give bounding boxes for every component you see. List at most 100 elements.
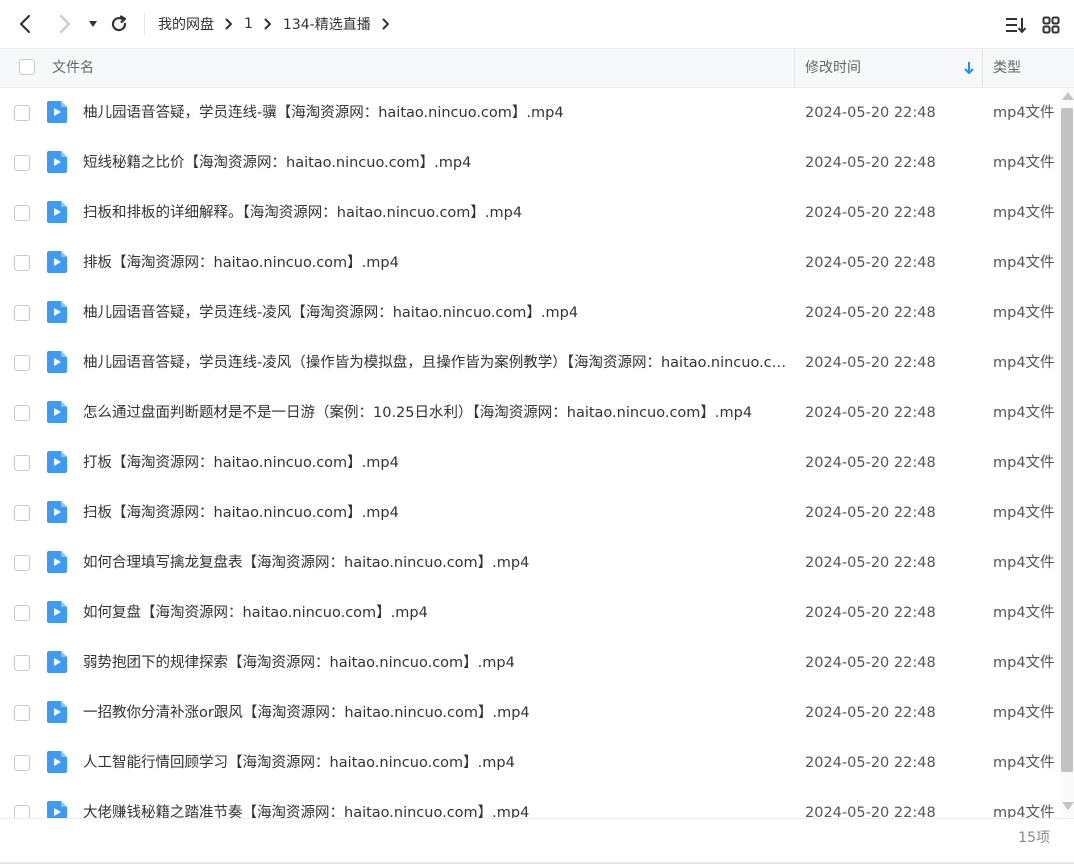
chevron-left-icon: [19, 14, 31, 34]
file-name[interactable]: 柚儿园语音答疑，学员连线-凌风（操作皆为模拟盘，且操作皆为案例教学）【海淘资源网…: [83, 338, 787, 388]
grid-view-button[interactable]: [1039, 13, 1063, 37]
row-checkbox[interactable]: [14, 405, 30, 421]
forward-button[interactable]: [53, 12, 77, 36]
sort-list-icon: [1006, 18, 1027, 33]
toolbar: 我的网盘 1 134-精选直播: [0, 0, 1074, 48]
file-modified-time: 2024-05-20 22:48: [805, 655, 936, 671]
file-name[interactable]: 一招教你分清补涨or跟风【海淘资源网：haitao.nincuo.com】.mp…: [83, 688, 787, 738]
row-checkbox[interactable]: [14, 655, 30, 671]
file-name[interactable]: 柚儿园语音答疑，学员连线-凌风【海淘资源网：haitao.nincuo.com】…: [83, 288, 787, 338]
row-checkbox[interactable]: [14, 455, 30, 471]
breadcrumb: 我的网盘 1 134-精选直播: [158, 0, 401, 48]
file-name[interactable]: 大佬赚钱秘籍之踏准节奏【海淘资源网：haitao.nincuo.com】.mp4: [83, 788, 787, 818]
file-row[interactable]: 打板【海淘资源网：haitao.nincuo.com】.mp4 2024-05-2…: [0, 438, 1060, 488]
column-header-modified-time[interactable]: 修改时间: [805, 49, 861, 87]
file-name[interactable]: 短线秘籍之比价【海淘资源网：haitao.nincuo.com】.mp4: [83, 138, 787, 188]
file-row[interactable]: 短线秘籍之比价【海淘资源网：haitao.nincuo.com】.mp4 2024…: [0, 138, 1060, 188]
column-header: 文件名 修改时间 类型: [0, 48, 1074, 88]
file-row[interactable]: 怎么通过盘面判断题材是不是一日游（案例：10.25日水利）【海淘资源网：hait…: [0, 388, 1060, 438]
file-type: mp4文件: [993, 755, 1055, 771]
row-checkbox[interactable]: [14, 605, 30, 621]
file-modified-time: 2024-05-20 22:48: [805, 455, 936, 471]
row-checkbox[interactable]: [14, 355, 30, 371]
video-file-icon: [46, 100, 68, 124]
file-modified-time: 2024-05-20 22:48: [805, 605, 936, 621]
video-file-icon: [46, 600, 68, 624]
video-file-icon: [46, 200, 68, 224]
video-file-icon: [46, 800, 68, 818]
breadcrumb-item-current[interactable]: 134-精选直播: [283, 14, 371, 34]
file-type: mp4文件: [993, 705, 1055, 721]
row-checkbox[interactable]: [14, 205, 30, 221]
file-row[interactable]: 扫板和排板的详细解释。【海淘资源网：haitao.nincuo.com】.mp4…: [0, 188, 1060, 238]
select-all-checkbox[interactable]: [19, 59, 35, 75]
toolbar-divider: [144, 13, 145, 35]
file-name[interactable]: 如何复盘【海淘资源网：haitao.nincuo.com】.mp4: [83, 588, 787, 638]
file-modified-time: 2024-05-20 22:48: [805, 305, 936, 321]
vertical-scrollbar[interactable]: [1060, 88, 1074, 818]
video-file-icon: [46, 150, 68, 174]
file-row[interactable]: 大佬赚钱秘籍之踏准节奏【海淘资源网：haitao.nincuo.com】.mp4…: [0, 788, 1060, 818]
file-type: mp4文件: [993, 155, 1055, 171]
column-header-type[interactable]: 类型: [993, 49, 1021, 87]
file-name[interactable]: 弱势抱团下的规律探索【海淘资源网：haitao.nincuo.com】.mp4: [83, 638, 787, 688]
breadcrumb-item-folder-1[interactable]: 1: [244, 16, 253, 32]
file-row[interactable]: 柚儿园语音答疑，学员连线-凌风【海淘资源网：haitao.nincuo.com】…: [0, 288, 1060, 338]
column-divider[interactable]: [794, 49, 795, 87]
row-checkbox[interactable]: [14, 255, 30, 271]
file-row[interactable]: 柚儿园语音答疑，学员连线-骥【海淘资源网：haitao.nincuo.com】.…: [0, 88, 1060, 138]
scroll-down-arrow-icon[interactable]: [1062, 802, 1074, 810]
history-dropdown-button[interactable]: [81, 12, 105, 36]
row-checkbox[interactable]: [14, 155, 30, 171]
row-checkbox[interactable]: [14, 505, 30, 521]
sort-button[interactable]: [1004, 13, 1028, 37]
file-name[interactable]: 打板【海淘资源网：haitao.nincuo.com】.mp4: [83, 438, 787, 488]
video-file-icon: [46, 500, 68, 524]
file-name[interactable]: 如何合理填写擒龙复盘表【海淘资源网：haitao.nincuo.com】.mp4: [83, 538, 787, 588]
file-name[interactable]: 怎么通过盘面判断题材是不是一日游（案例：10.25日水利）【海淘资源网：hait…: [83, 388, 787, 438]
column-divider[interactable]: [982, 49, 983, 87]
file-name[interactable]: 排板【海淘资源网：haitao.nincuo.com】.mp4: [83, 238, 787, 288]
file-modified-time: 2024-05-20 22:48: [805, 505, 936, 521]
video-file-icon: [46, 700, 68, 724]
file-row[interactable]: 排板【海淘资源网：haitao.nincuo.com】.mp4 2024-05-2…: [0, 238, 1060, 288]
caret-down-icon: [89, 21, 97, 27]
file-name[interactable]: 扫板【海淘资源网：haitao.nincuo.com】.mp4: [83, 488, 787, 538]
file-row[interactable]: 弱势抱团下的规律探索【海淘资源网：haitao.nincuo.com】.mp4 2…: [0, 638, 1060, 688]
row-checkbox[interactable]: [14, 705, 30, 721]
file-modified-time: 2024-05-20 22:48: [805, 255, 936, 271]
sort-down-arrow-icon[interactable]: [962, 60, 976, 76]
video-file-icon: [46, 550, 68, 574]
video-file-icon: [46, 400, 68, 424]
file-name[interactable]: 人工智能行情回顾学习【海淘资源网：haitao.nincuo.com】.mp4: [83, 738, 787, 788]
chevron-right-icon[interactable]: [382, 18, 390, 30]
column-header-name[interactable]: 文件名: [52, 49, 94, 87]
file-row[interactable]: 如何合理填写擒龙复盘表【海淘资源网：haitao.nincuo.com】.mp4…: [0, 538, 1060, 588]
item-count: 15项: [1018, 830, 1050, 846]
row-checkbox[interactable]: [14, 555, 30, 571]
file-name[interactable]: 柚儿园语音答疑，学员连线-骥【海淘资源网：haitao.nincuo.com】.…: [83, 88, 787, 138]
file-type: mp4文件: [993, 405, 1055, 421]
row-checkbox[interactable]: [14, 305, 30, 321]
row-checkbox[interactable]: [14, 105, 30, 121]
file-row[interactable]: 人工智能行情回顾学习【海淘资源网：haitao.nincuo.com】.mp4 2…: [0, 738, 1060, 788]
status-bar: 15项: [0, 818, 1074, 865]
row-checkbox[interactable]: [14, 805, 30, 818]
file-row[interactable]: 如何复盘【海淘资源网：haitao.nincuo.com】.mp4 2024-05…: [0, 588, 1060, 638]
row-checkbox[interactable]: [14, 755, 30, 771]
file-name[interactable]: 扫板和排板的详细解释。【海淘资源网：haitao.nincuo.com】.mp4: [83, 188, 787, 238]
file-type: mp4文件: [993, 505, 1055, 521]
video-file-icon: [46, 300, 68, 324]
file-row[interactable]: 一招教你分清补涨or跟风【海淘资源网：haitao.nincuo.com】.mp…: [0, 688, 1060, 738]
scroll-up-arrow-icon[interactable]: [1062, 92, 1074, 100]
file-row[interactable]: 柚儿园语音答疑，学员连线-凌风（操作皆为模拟盘，且操作皆为案例教学）【海淘资源网…: [0, 338, 1060, 388]
scrollbar-thumb[interactable]: [1061, 108, 1073, 772]
file-type: mp4文件: [993, 655, 1055, 671]
refresh-button[interactable]: [107, 12, 131, 36]
file-row[interactable]: 扫板【海淘资源网：haitao.nincuo.com】.mp4 2024-05-2…: [0, 488, 1060, 538]
back-button[interactable]: [13, 12, 37, 36]
breadcrumb-item-root[interactable]: 我的网盘: [158, 14, 214, 34]
grid-view-icon: [1042, 16, 1060, 34]
file-modified-time: 2024-05-20 22:48: [805, 755, 936, 771]
file-modified-time: 2024-05-20 22:48: [805, 205, 936, 221]
